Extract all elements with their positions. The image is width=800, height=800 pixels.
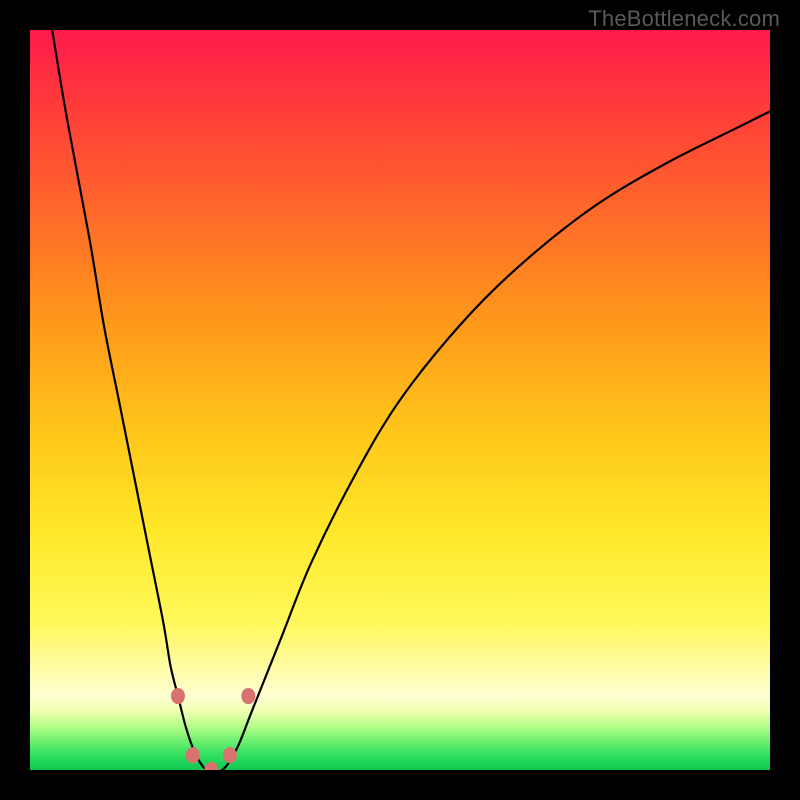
watermark-text: TheBottleneck.com	[588, 6, 780, 32]
bottleneck-curve	[52, 30, 770, 770]
curve-marker-3	[223, 747, 237, 763]
curve-marker-0	[171, 688, 185, 704]
chart-frame: TheBottleneck.com	[0, 0, 800, 800]
curve-svg	[30, 30, 770, 770]
curve-markers	[171, 688, 255, 770]
plot-area	[30, 30, 770, 770]
curve-marker-4	[241, 688, 255, 704]
curve-marker-2	[204, 762, 218, 770]
curve-marker-1	[186, 747, 200, 763]
